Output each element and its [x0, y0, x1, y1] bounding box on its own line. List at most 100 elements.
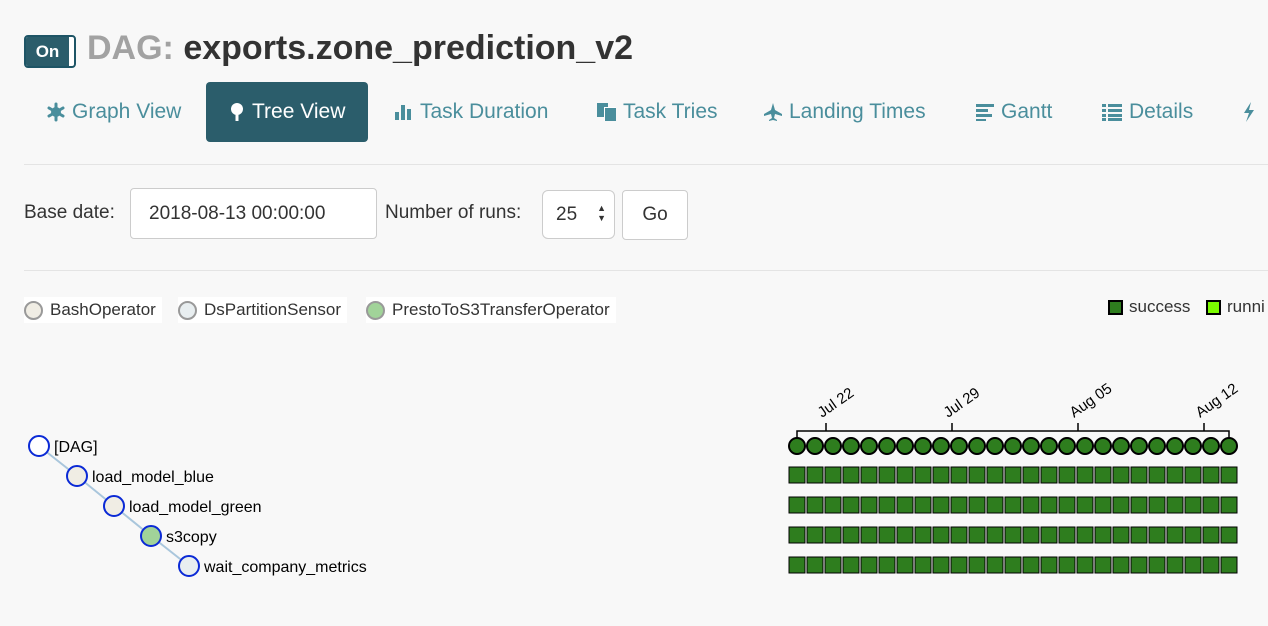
task-instance-square[interactable] [1022, 556, 1040, 574]
task-instance-square[interactable] [788, 556, 806, 574]
task-instance-square[interactable] [860, 556, 878, 574]
task-instance-square[interactable] [1202, 496, 1220, 514]
task-instance-square[interactable] [878, 556, 896, 574]
task-instance-square[interactable] [824, 496, 842, 514]
tab-gantt[interactable]: Gantt [975, 82, 1052, 142]
task-instance-square[interactable] [986, 496, 1004, 514]
dag-run-circle[interactable] [1202, 437, 1220, 455]
dag-run-circle[interactable] [824, 437, 842, 455]
task-instance-square[interactable] [1130, 496, 1148, 514]
task-instance-square[interactable] [1022, 466, 1040, 484]
task-instance-square[interactable] [1220, 496, 1238, 514]
tab-landing-times[interactable]: Landing Times [763, 82, 926, 142]
task-instance-square[interactable] [1076, 526, 1094, 544]
task-instance-square[interactable] [932, 466, 950, 484]
task-instance-square[interactable] [986, 526, 1004, 544]
task-instance-square[interactable] [896, 496, 914, 514]
dag-run-circle[interactable] [878, 437, 896, 455]
task-instance-square[interactable] [968, 556, 986, 574]
task-instance-square[interactable] [1148, 466, 1166, 484]
task-instance-square[interactable] [1202, 556, 1220, 574]
task-instance-square[interactable] [1058, 496, 1076, 514]
dag-run-circle[interactable] [860, 437, 878, 455]
tab-code[interactable] [1242, 82, 1262, 142]
task-instance-square[interactable] [806, 496, 824, 514]
task-instance-square[interactable] [932, 496, 950, 514]
task-instance-square[interactable] [1130, 526, 1148, 544]
dag-run-circle[interactable] [1112, 437, 1130, 455]
task-instance-square[interactable] [932, 556, 950, 574]
dag-run-circle[interactable] [1220, 437, 1238, 455]
task-instance-square[interactable] [1040, 496, 1058, 514]
task-instance-square[interactable] [1040, 556, 1058, 574]
go-button[interactable]: Go [622, 190, 688, 240]
task-instance-square[interactable] [1184, 526, 1202, 544]
dag-run-circle[interactable] [932, 437, 950, 455]
task-instance-square[interactable] [824, 466, 842, 484]
task-instance-square[interactable] [1094, 556, 1112, 574]
task-instance-square[interactable] [1130, 556, 1148, 574]
task-instance-square[interactable] [914, 556, 932, 574]
task-instance-square[interactable] [1094, 496, 1112, 514]
tree-node-dag[interactable]: [DAG] [28, 435, 98, 457]
task-instance-square[interactable] [1022, 496, 1040, 514]
task-instance-square[interactable] [788, 526, 806, 544]
dag-run-circle[interactable] [788, 437, 806, 455]
task-instance-square[interactable] [806, 466, 824, 484]
task-instance-square[interactable] [932, 526, 950, 544]
task-instance-square[interactable] [1040, 526, 1058, 544]
dag-run-circle[interactable] [842, 437, 860, 455]
task-instance-square[interactable] [1202, 526, 1220, 544]
task-instance-square[interactable] [896, 526, 914, 544]
task-instance-square[interactable] [806, 556, 824, 574]
task-instance-square[interactable] [1166, 526, 1184, 544]
task-instance-square[interactable] [1148, 556, 1166, 574]
task-instance-square[interactable] [788, 466, 806, 484]
task-instance-square[interactable] [968, 466, 986, 484]
task-instance-square[interactable] [1076, 466, 1094, 484]
task-instance-square[interactable] [1148, 496, 1166, 514]
task-instance-square[interactable] [1112, 526, 1130, 544]
task-instance-square[interactable] [1058, 466, 1076, 484]
task-instance-square[interactable] [1130, 466, 1148, 484]
task-instance-square[interactable] [1004, 496, 1022, 514]
task-instance-square[interactable] [968, 496, 986, 514]
task-instance-square[interactable] [896, 466, 914, 484]
dag-run-circle[interactable] [968, 437, 986, 455]
task-instance-square[interactable] [1220, 526, 1238, 544]
task-instance-square[interactable] [842, 556, 860, 574]
task-instance-square[interactable] [1202, 466, 1220, 484]
task-instance-square[interactable] [914, 526, 932, 544]
task-instance-square[interactable] [1112, 556, 1130, 574]
tree-node-s3copy[interactable]: s3copy [140, 525, 217, 547]
task-instance-square[interactable] [824, 556, 842, 574]
task-instance-square[interactable] [1112, 496, 1130, 514]
task-instance-square[interactable] [1112, 466, 1130, 484]
task-instance-square[interactable] [806, 526, 824, 544]
task-instance-square[interactable] [824, 526, 842, 544]
task-instance-square[interactable] [914, 496, 932, 514]
task-instance-square[interactable] [1004, 526, 1022, 544]
task-instance-square[interactable] [1040, 466, 1058, 484]
task-instance-square[interactable] [1076, 496, 1094, 514]
task-instance-square[interactable] [878, 496, 896, 514]
num-runs-select[interactable]: 25 ▲ ▼ [542, 190, 615, 239]
tree-node-load-model-green[interactable]: load_model_green [103, 495, 262, 517]
task-instance-square[interactable] [986, 556, 1004, 574]
dag-run-circle[interactable] [950, 437, 968, 455]
dag-run-circle[interactable] [1130, 437, 1148, 455]
dag-run-circle[interactable] [1004, 437, 1022, 455]
task-instance-square[interactable] [842, 466, 860, 484]
tab-details[interactable]: Details [1101, 82, 1193, 142]
task-instance-square[interactable] [1184, 496, 1202, 514]
dag-run-circle[interactable] [1094, 437, 1112, 455]
task-instance-square[interactable] [1076, 556, 1094, 574]
task-instance-square[interactable] [896, 556, 914, 574]
task-instance-square[interactable] [950, 466, 968, 484]
dag-run-circle[interactable] [1166, 437, 1184, 455]
dag-run-circle[interactable] [1058, 437, 1076, 455]
task-instance-square[interactable] [1220, 556, 1238, 574]
tab-tree-view[interactable]: Tree View [206, 82, 368, 142]
tree-node-wait-company-metrics[interactable]: wait_company_metrics [178, 555, 367, 577]
dag-run-circle[interactable] [1076, 437, 1094, 455]
